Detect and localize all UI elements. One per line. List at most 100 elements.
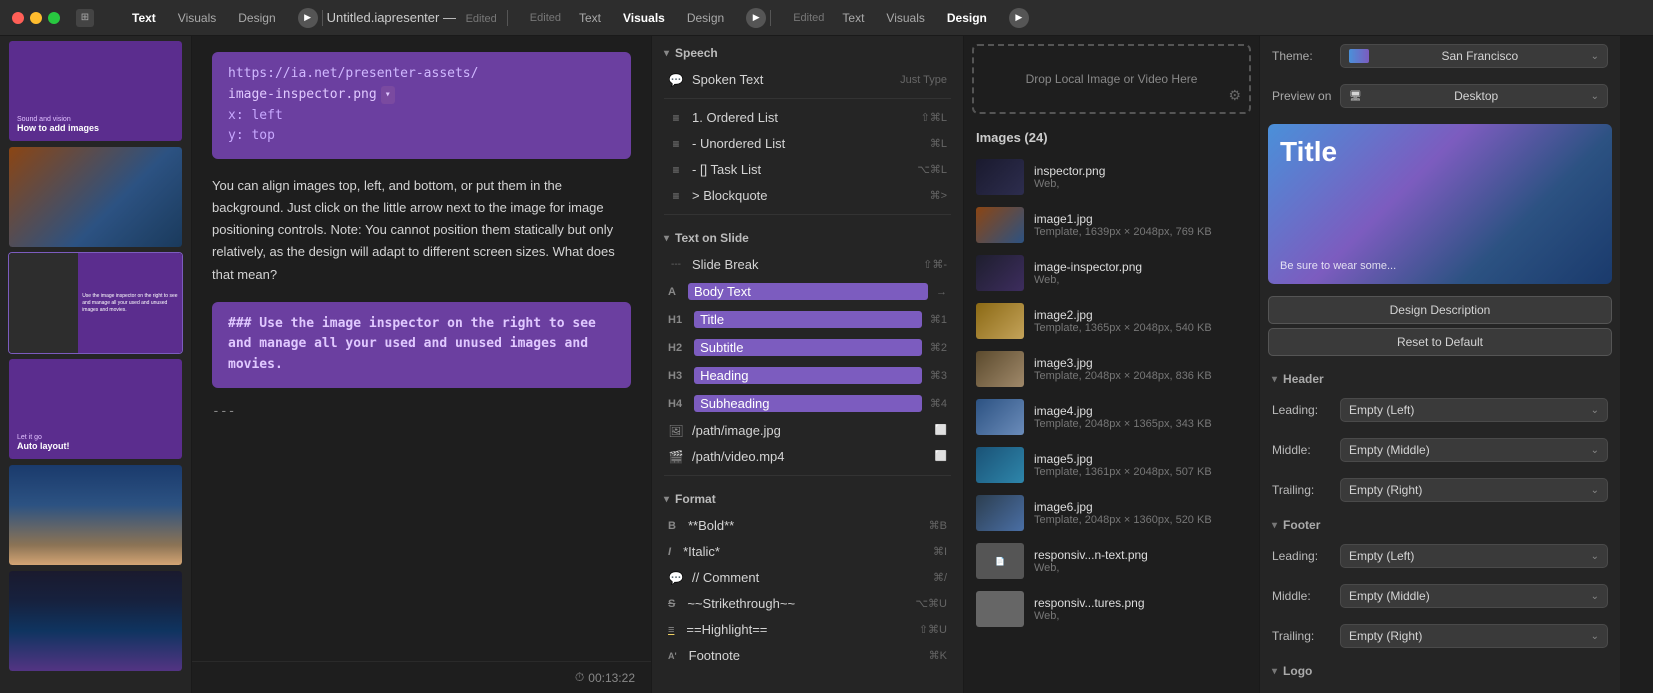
slide-thumb-inner-12 (9, 147, 182, 247)
image-info-image5: image5.jpg Template, 1361px × 2048px, 50… (1034, 452, 1247, 478)
body-text-item[interactable]: A Body Text → (656, 278, 959, 305)
tab-visuals-3[interactable]: Visuals (876, 7, 934, 29)
tab-visuals-1[interactable]: Visuals (168, 7, 226, 29)
footer-middle-select[interactable]: Empty (Middle) ⌄ (1340, 584, 1608, 608)
image-info-image2: image2.jpg Template, 1365px × 2048px, 54… (1034, 308, 1247, 334)
image-item-image5[interactable]: image5.jpg Template, 1361px × 2048px, 50… (964, 441, 1259, 489)
header-trailing-select[interactable]: Empty (Right) ⌄ (1340, 478, 1608, 502)
spoken-text-shortcut: Just Type (900, 74, 947, 86)
tab-text-3[interactable]: Text (832, 7, 874, 29)
image-item-responsive2[interactable]: responsiv...tures.png Web, (964, 585, 1259, 633)
tab-text-1[interactable]: Text (122, 7, 166, 29)
slide-bg-11: Sound and vision How to add images (9, 41, 182, 141)
tab-visuals-2[interactable]: Visuals (613, 7, 675, 29)
image-name-responsive1: responsiv...n-text.png (1034, 548, 1247, 562)
subheading-item[interactable]: H4 Subheading ⌘4 (656, 390, 959, 417)
slide-thumb-14[interactable]: 14 Let it go Auto layout! (8, 358, 183, 460)
subtitle-item[interactable]: H2 Subtitle ⌘2 (656, 334, 959, 361)
slide-break-item[interactable]: --- Slide Break ⇧⌘- (656, 252, 959, 277)
slide-thumb-12[interactable]: 12 (8, 146, 183, 248)
highlight-shortcut: ⇧⌘U (919, 623, 947, 636)
image-item-image2[interactable]: image2.jpg Template, 1365px × 2048px, 54… (964, 297, 1259, 345)
reset-to-default-button[interactable]: Reset to Default (1268, 328, 1612, 356)
task-list-icon: ≡ (668, 163, 684, 177)
filename-chevron[interactable]: ▾ (381, 86, 395, 104)
slide-thumb-16[interactable]: 16 (8, 570, 183, 672)
highlight-item[interactable]: ≡ ==Highlight== ⇧⌘U (656, 617, 959, 642)
header-leading-value: Empty (Left) (1349, 403, 1414, 417)
design-panel: Theme: San Francisco ⌄ Preview on 🖥 Desk… (1260, 36, 1620, 693)
italic-item[interactable]: I *Italic* ⌘I (656, 539, 959, 564)
task-list-item[interactable]: ≡ - [] Task List ⌥⌘L (656, 157, 959, 182)
preview-caption: Be sure to wear some... (1280, 260, 1396, 272)
slide-thumb-11[interactable]: 11 Sound and vision How to add images (8, 40, 183, 142)
title-item[interactable]: H1 Title ⌘1 (656, 306, 959, 333)
footer-leading-select[interactable]: Empty (Left) ⌄ (1340, 544, 1608, 568)
image-meta-inspector: Web, (1034, 178, 1247, 190)
footnote-item[interactable]: A' Footnote ⌘K (656, 643, 959, 668)
blockquote-item[interactable]: ≡ > Blockquote ⌘> (656, 183, 959, 208)
image-item-image4[interactable]: image4.jpg Template, 2048px × 1365px, 34… (964, 393, 1259, 441)
theme-value: San Francisco (1441, 49, 1518, 63)
image-thumb-image4 (976, 399, 1024, 435)
image-item-responsive1[interactable]: 📄 responsiv...n-text.png Web, (964, 537, 1259, 585)
bold-item[interactable]: B **Bold** ⌘B (656, 513, 959, 538)
image-item-image3[interactable]: image3.jpg Template, 2048px × 2048px, 83… (964, 345, 1259, 393)
video-path-badge: ⬜ (935, 451, 947, 462)
tab-design-3[interactable]: Design (937, 7, 997, 29)
play-button-2[interactable]: ▶ (746, 8, 766, 28)
design-description-button[interactable]: Design Description (1268, 296, 1612, 324)
tab-text-2[interactable]: Text (569, 7, 611, 29)
desktop-icon: 🖥 (1349, 91, 1362, 102)
footer-leading-row: Leading: Empty (Left) ⌄ (1260, 536, 1620, 576)
heading-item[interactable]: H3 Heading ⌘3 (656, 362, 959, 389)
blockquote-shortcut: ⌘> (930, 189, 947, 202)
preview-on-select[interactable]: 🖥 Desktop ⌄ (1340, 84, 1608, 108)
strikethrough-item[interactable]: S ~~Strikethrough~~ ⌥⌘U (656, 591, 959, 616)
tab-design-1[interactable]: Design (228, 7, 285, 29)
titlebar: ⊞ Text Visuals Design ▶ Untitled.iaprese… (0, 0, 1653, 36)
image-item-inspector2[interactable]: image-inspector.png Web, (964, 249, 1259, 297)
speech-section-label: Speech (675, 46, 718, 60)
image-item-image6[interactable]: image6.jpg Template, 2048px × 1360px, 52… (964, 489, 1259, 537)
window-control-icon[interactable]: ⊞ (76, 9, 94, 27)
header-leading-select[interactable]: Empty (Left) ⌄ (1340, 398, 1608, 422)
footer-trailing-select[interactable]: Empty (Right) ⌄ (1340, 624, 1608, 648)
slide-subtitle-14: Let it go (17, 434, 174, 441)
unordered-list-item[interactable]: ≡ - Unordered List ⌘L (656, 131, 959, 156)
play-button-1[interactable]: ▶ (298, 8, 318, 28)
slide-thumb-13[interactable]: 13 Use the image inspector on the right … (8, 252, 183, 354)
slide-13-left (9, 253, 78, 353)
image-path-item[interactable]: 🖼 /path/image.jpg ⬜ (656, 418, 959, 443)
image-item-inspector[interactable]: inspector.png Web, (964, 153, 1259, 201)
spoken-text-item[interactable]: 💬 Spoken Text Just Type (656, 67, 959, 92)
code-block-url[interactable]: https://ia.net/presenter-assets/ image-i… (212, 52, 631, 159)
ordered-list-item[interactable]: ≡ 1. Ordered List ⇧⌘L (656, 105, 959, 130)
image-meta-responsive2: Web, (1034, 610, 1247, 622)
heading-block[interactable]: ### Use the image inspector on the right… (212, 302, 631, 388)
slide-thumb-15[interactable]: 15 (8, 464, 183, 566)
body-text-shortcut: → (936, 286, 947, 298)
gear-icon[interactable]: ⚙ (1228, 87, 1241, 104)
image-item-image1[interactable]: image1.jpg Template, 1639px × 2048px, 76… (964, 201, 1259, 249)
comment-item[interactable]: 💬 // Comment ⌘/ (656, 565, 959, 590)
theme-select[interactable]: San Francisco ⌄ (1340, 44, 1608, 68)
close-button[interactable] (12, 12, 24, 24)
maximize-button[interactable] (48, 12, 60, 24)
play-button-3[interactable]: ▶ (1009, 8, 1029, 28)
editor-footer: ⏱ 00:13:22 (192, 661, 651, 693)
footer-leading-chevron: ⌄ (1591, 551, 1599, 562)
header-leading-label: Leading: (1272, 403, 1332, 417)
footer-middle-chevron: ⌄ (1591, 591, 1599, 602)
code-y: y: top (228, 126, 615, 147)
subheading-label: Subheading (694, 395, 922, 412)
editor-content[interactable]: https://ia.net/presenter-assets/ image-i… (192, 36, 651, 661)
minimize-button[interactable] (30, 12, 42, 24)
title-h1-label: H1 (668, 314, 682, 326)
comment-shortcut: ⌘/ (933, 571, 947, 584)
tab-design-2[interactable]: Design (677, 7, 734, 29)
video-path-item[interactable]: 🎬 /path/video.mp4 ⬜ (656, 444, 959, 469)
divider-3 (664, 475, 951, 476)
drop-zone[interactable]: Drop Local Image or Video Here ⚙ (972, 44, 1251, 114)
header-middle-select[interactable]: Empty (Middle) ⌄ (1340, 438, 1608, 462)
